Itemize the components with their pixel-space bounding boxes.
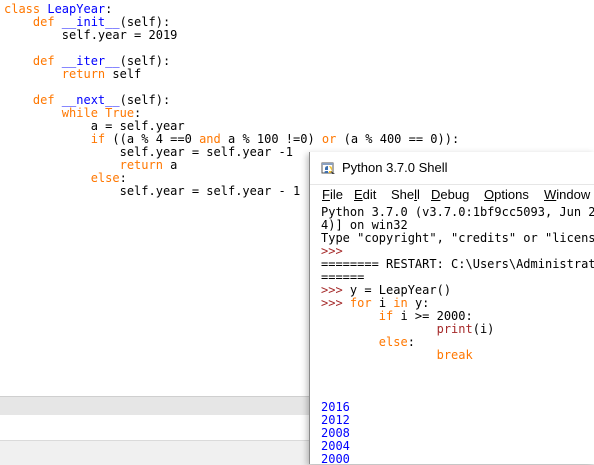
menu-options[interactable]: Options: [484, 187, 529, 202]
shell-line: 2000: [321, 452, 594, 465]
code-token: (i): [472, 322, 495, 336]
code-token: or: [321, 132, 337, 146]
shell-line: 2004: [321, 440, 594, 453]
shell-window-title: Python 3.7.0 Shell: [342, 160, 448, 175]
code-token: else: [90, 171, 120, 185]
python-shell-icon: [321, 162, 335, 174]
shell-menubar: File Edit Shell Debug Options Window: [310, 185, 594, 205]
code-token: i: [371, 296, 394, 310]
code-token: >>>: [321, 244, 350, 258]
code-token: Type "copyright", "credits" or "license: [321, 231, 594, 245]
menu-edit[interactable]: Edit: [354, 187, 376, 202]
code-token: (a % 400 == 0)):: [336, 132, 460, 146]
code-token: while True: [61, 106, 135, 120]
code-token: 2004: [321, 439, 350, 453]
code-token: y = LeapYear(): [349, 283, 452, 297]
code-token: a = self.year: [4, 119, 185, 133]
code-token: y:: [407, 296, 430, 310]
code-token: a % 100 !=0): [220, 132, 322, 146]
code-token: 2012: [321, 413, 350, 427]
code-token: >>>: [321, 296, 350, 310]
code-token: (self):: [119, 93, 171, 107]
code-token: def: [4, 93, 62, 107]
code-token: self.year = 2019: [4, 28, 178, 42]
code-token: self: [105, 67, 142, 81]
code-token: if: [378, 309, 394, 323]
code-token: __init__: [61, 15, 120, 29]
shell-titlebar[interactable]: Python 3.7.0 Shell: [310, 152, 594, 185]
shell-line: 2016: [321, 401, 594, 414]
code-token: break: [436, 348, 473, 362]
code-token: :: [407, 335, 415, 349]
code-token: return: [61, 67, 106, 81]
code-token: (self):: [119, 54, 171, 68]
code-token: print: [436, 322, 473, 336]
shell-line: Type "copyright", "credits" or "license: [321, 232, 594, 245]
code-token: class: [4, 2, 48, 16]
shell-line: break: [321, 349, 594, 362]
menu-window[interactable]: Window: [544, 187, 590, 202]
code-token: def: [4, 54, 62, 68]
code-token: 2016: [321, 400, 350, 414]
code-token: ======== RESTART: C:\Users\Administrato: [321, 257, 594, 271]
code-token: __next__: [61, 93, 120, 107]
code-token: in: [393, 296, 408, 310]
code-token: 4)] on win32: [321, 218, 408, 232]
code-token: i >= 2000:: [393, 309, 473, 323]
code-token: (self):: [119, 15, 171, 29]
shell-line: 2012: [321, 414, 594, 427]
code-token: self.year = self.year - 1: [4, 184, 301, 198]
code-token: ((a % 4 ==0: [105, 132, 200, 146]
python-shell-window[interactable]: Python 3.7.0 Shell File Edit Shell Debug…: [309, 152, 594, 464]
menu-file[interactable]: File: [322, 187, 343, 202]
code-token: LeapYear: [47, 2, 106, 16]
code-token: ======: [321, 270, 365, 284]
code-token: self.year = self.year -1: [4, 145, 293, 159]
code-token: else: [378, 335, 408, 349]
editor-line: return self: [4, 68, 459, 81]
code-token: if: [90, 132, 106, 146]
menu-shell[interactable]: Shell: [391, 187, 420, 202]
code-token: 2008: [321, 426, 350, 440]
code-token: :: [105, 2, 113, 16]
code-token: def: [4, 15, 62, 29]
shell-output-area[interactable]: Python 3.7.0 (v3.7.0:1bf9cc5093, Jun 27 4…: [321, 206, 594, 464]
code-token: >>>: [321, 283, 350, 297]
code-token: a: [162, 158, 178, 172]
menu-debug[interactable]: Debug: [431, 187, 469, 202]
shell-output-text[interactable]: Python 3.7.0 (v3.7.0:1bf9cc5093, Jun 27 4…: [321, 206, 594, 464]
code-token: 2000: [321, 452, 350, 465]
code-token: and: [199, 132, 221, 146]
code-token: for: [349, 296, 372, 310]
shell-line: 2008: [321, 427, 594, 440]
editor-line: self.year = 2019: [4, 29, 459, 42]
code-token: :: [134, 106, 142, 120]
code-token: __iter__: [61, 54, 120, 68]
code-token: return: [119, 158, 163, 172]
code-token: :: [119, 171, 127, 185]
